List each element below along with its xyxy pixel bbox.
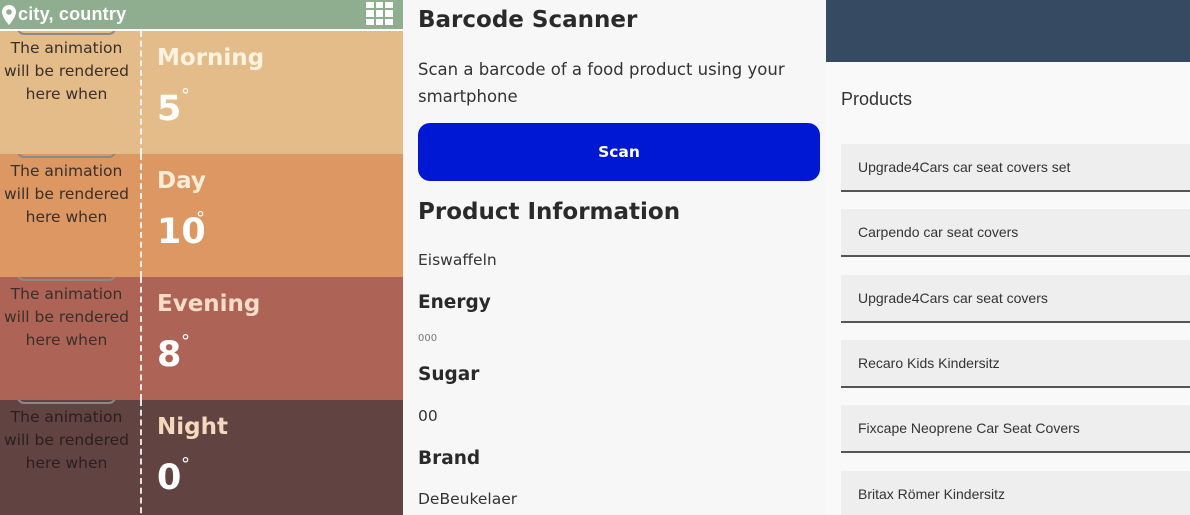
divider [140, 154, 142, 277]
degree-symbol: ° [181, 331, 190, 352]
animation-placeholder: The animation will be rendered here when [4, 285, 129, 349]
product-list-item[interactable]: Upgrade4Cars car seat covers set [841, 144, 1190, 192]
period-name: Evening [157, 291, 261, 317]
scan-instructions: Scan a barcode of a food product using y… [418, 60, 785, 106]
brand-value: DeBeukelaer [418, 490, 518, 508]
page-title: Barcode Scanner [418, 7, 638, 33]
period-name: Day [157, 168, 206, 194]
divider [140, 277, 142, 400]
period-name: Morning [157, 45, 265, 71]
degree-symbol: ° [196, 208, 205, 229]
location-label[interactable]: city, country [18, 4, 126, 25]
period-name: Night [157, 414, 228, 440]
sugar-label: Sugar [418, 364, 480, 385]
period-temperature: 8 [157, 335, 182, 375]
scan-button[interactable]: Scan [418, 123, 820, 181]
map-pin-icon [0, 0, 18, 29]
divider [140, 31, 142, 154]
products-heading: Products [841, 89, 913, 109]
product-list-item[interactable]: Carpendo car seat covers [841, 209, 1190, 257]
products-panel: Products Upgrade4Cars car seat covers se… [826, 0, 1190, 515]
product-list-item[interactable]: Fixcape Neoprene Car Seat Covers [841, 405, 1190, 453]
energy-label: Energy [418, 292, 491, 313]
energy-value: 000 [418, 333, 438, 344]
product-list-item[interactable]: Upgrade4Cars car seat covers [841, 275, 1190, 323]
product-name: Eiswaffeln [418, 251, 497, 269]
period-morning: The animation will be rendered here when… [0, 31, 403, 154]
period-evening: The animation will be rendered here when… [0, 277, 403, 400]
sugar-value: 00 [418, 407, 438, 425]
product-info-heading: Product Information [418, 199, 681, 225]
period-temperature: 5 [157, 89, 182, 129]
degree-symbol: ° [181, 85, 190, 106]
grid-menu-icon[interactable] [366, 2, 393, 25]
divider [140, 400, 142, 515]
animation-placeholder: The animation will be rendered here when [4, 162, 129, 226]
period-temperature: 0 [157, 458, 182, 498]
barcode-scanner-panel: Barcode Scanner Scan a barcode of a food… [403, 0, 826, 515]
weather-panel: city, country The animation will be rend… [0, 0, 403, 515]
product-list-item[interactable]: Britax Römer Kindersitz [841, 471, 1190, 515]
weather-header: city, country [0, 0, 403, 29]
product-list-item[interactable]: Recaro Kids Kindersitz [841, 340, 1190, 388]
brand-label: Brand [418, 448, 481, 469]
app-header-bar [826, 0, 1190, 62]
period-night: The animation will be rendered here when… [0, 400, 403, 515]
animation-placeholder: The animation will be rendered here when [4, 408, 129, 472]
degree-symbol: ° [181, 454, 190, 475]
animation-placeholder: The animation will be rendered here when [4, 39, 129, 103]
period-day: The animation will be rendered here when… [0, 154, 403, 277]
